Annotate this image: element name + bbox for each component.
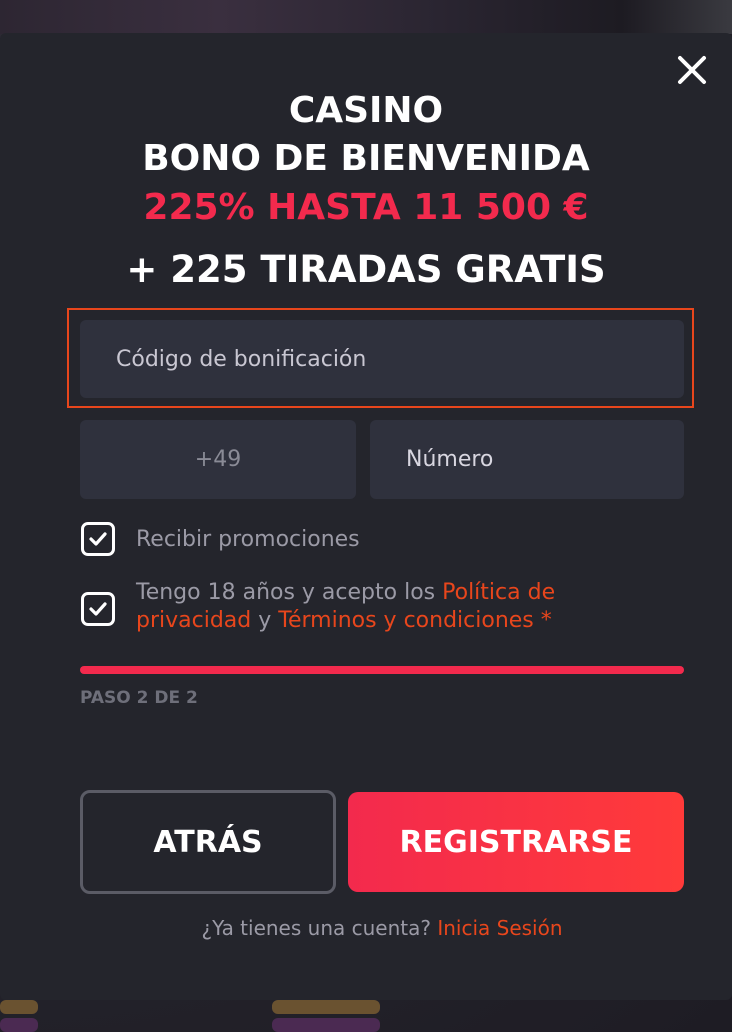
bonus-free-spins: + 225 TIRADAS GRATIS: [126, 248, 606, 291]
back-button[interactable]: ATRÁS: [80, 790, 336, 894]
check-icon: [89, 532, 107, 546]
bonus-amount: 225% HASTA 11 500 €: [143, 187, 589, 228]
background-tile: [272, 1018, 380, 1032]
terms-connector: y: [251, 608, 279, 633]
close-icon: [678, 56, 706, 84]
step-indicator: PASO 2 DE 2: [80, 688, 198, 708]
background-tile: [0, 1000, 38, 1014]
terms-prefix: Tengo 18 años y acepto los: [136, 580, 443, 605]
country-code-value: +49: [194, 447, 242, 472]
login-question: ¿Ya tienes una cuenta?: [201, 916, 438, 940]
bonus-category: CASINO: [288, 90, 444, 131]
background-strip: [0, 0, 732, 34]
terms-checkbox[interactable]: [81, 592, 115, 626]
login-link[interactable]: Inicia Sesión: [437, 916, 562, 940]
required-mark: *: [533, 608, 552, 633]
promotions-label: Recibir promociones: [136, 527, 360, 552]
country-code-select[interactable]: +49: [80, 420, 356, 499]
login-prompt: ¿Ya tienes una cuenta? Inicia Sesión: [0, 916, 732, 940]
register-button[interactable]: REGISTRARSE: [348, 792, 684, 892]
promo-code-input[interactable]: Código de bonificación: [80, 320, 684, 398]
terms-label: Tengo 18 años y acepto los Política de p…: [136, 579, 656, 635]
promotions-checkbox[interactable]: [81, 522, 115, 556]
bonus-title: BONO DE BIENVENIDA: [142, 138, 590, 179]
terms-conditions-link[interactable]: Términos y condiciones: [278, 608, 534, 633]
promo-code-placeholder: Código de bonificación: [116, 346, 367, 372]
background-tile: [0, 1018, 38, 1032]
check-icon: [89, 602, 107, 616]
progress-bar: [80, 666, 684, 674]
background-tile: [272, 1000, 380, 1014]
phone-number-input[interactable]: Número: [370, 420, 684, 499]
phone-number-placeholder: Número: [406, 447, 494, 472]
close-button[interactable]: [672, 50, 712, 90]
